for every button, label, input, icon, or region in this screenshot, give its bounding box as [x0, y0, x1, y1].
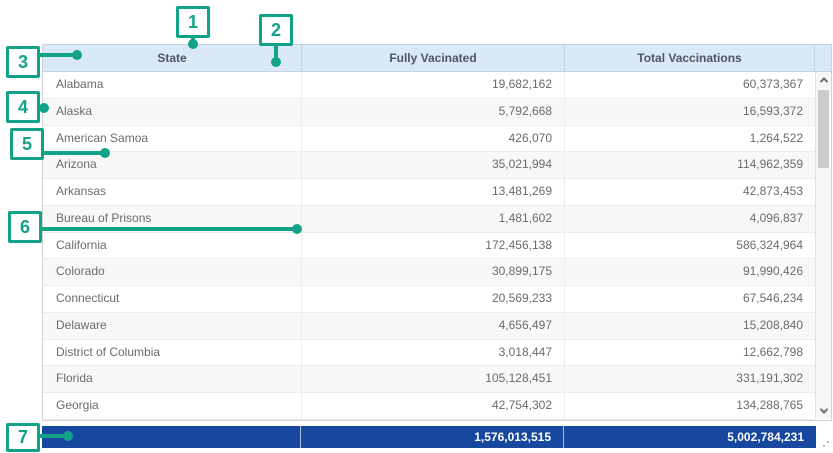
cell-state: Arizona	[43, 152, 301, 178]
table-row-florida[interactable]: Florida 105,128,451 331,191,302	[43, 366, 815, 393]
callout-7-line	[38, 434, 66, 438]
cell-total-vaccinations: 91,990,426	[564, 259, 815, 285]
cell-total-vaccinations: 134,288,765	[564, 393, 815, 419]
table-row-california[interactable]: California 172,456,138 586,324,964	[43, 233, 815, 260]
cell-fully-vaccinated: 1,481,602	[301, 206, 564, 232]
cell-state: California	[43, 233, 301, 259]
cell-fully-vaccinated: 19,682,162	[301, 72, 564, 98]
cell-total-vaccinations: 1,264,522	[564, 126, 815, 152]
summary-cell-fully-vaccinated-total: 1,576,013,515	[300, 426, 563, 448]
callout-2-box: 2	[259, 14, 293, 46]
cell-state: Colorado	[43, 259, 301, 285]
table-rows: Alabama 19,682,162 60,373,367 Alaska 5,7…	[43, 72, 815, 420]
cell-state: Florida	[43, 366, 301, 392]
cell-state: Georgia	[43, 393, 301, 419]
callout-3-line	[38, 53, 76, 57]
cell-total-vaccinations: 67,546,234	[564, 286, 815, 312]
callout-6-line	[38, 227, 295, 231]
callout-1-box: 1	[176, 6, 210, 38]
column-header-total-vaccinations[interactable]: Total Vaccinations	[564, 45, 814, 71]
cell-total-vaccinations: 60,373,367	[564, 72, 815, 98]
callout-6-box: 6	[8, 211, 42, 243]
callout-2-dot	[271, 57, 281, 67]
table-row-alaska[interactable]: Alaska 5,792,668 16,593,372	[43, 99, 815, 126]
table-row-georgia[interactable]: Georgia 42,754,302 134,288,765	[43, 393, 815, 420]
cell-fully-vaccinated: 4,656,497	[301, 313, 564, 339]
table-row-connecticut[interactable]: Connecticut 20,569,233 67,546,234	[43, 286, 815, 313]
scroll-up-button[interactable]	[816, 72, 831, 88]
summary-cell-state	[42, 426, 300, 448]
summary-cell-total-vaccinations-total: 5,002,784,231	[563, 426, 816, 448]
scroll-down-button[interactable]	[816, 403, 831, 419]
cell-total-vaccinations: 42,873,453	[564, 179, 815, 205]
cell-total-vaccinations: 4,096,837	[564, 206, 815, 232]
table-header-row: State Fully Vacinated Total Vaccinations	[42, 44, 832, 72]
cell-fully-vaccinated: 3,018,447	[301, 340, 564, 366]
resize-grip[interactable]	[820, 439, 832, 451]
cell-fully-vaccinated: 172,456,138	[301, 233, 564, 259]
callout-4-dot	[39, 103, 49, 113]
table-row-alabama[interactable]: Alabama 19,682,162 60,373,367	[43, 72, 815, 99]
chevron-up-icon	[819, 77, 827, 85]
cell-state: Alaska	[43, 99, 301, 125]
table-row-arizona[interactable]: Arizona 35,021,994 114,962,359	[43, 152, 815, 179]
table-body: Alabama 19,682,162 60,373,367 Alaska 5,7…	[42, 72, 832, 421]
callout-1-dot	[188, 39, 198, 49]
cell-fully-vaccinated: 42,754,302	[301, 393, 564, 419]
cell-state: Alabama	[43, 72, 301, 98]
callout-5-line	[40, 151, 103, 155]
table-row-delaware[interactable]: Delaware 4,656,497 15,208,840	[43, 313, 815, 340]
cell-state: Delaware	[43, 313, 301, 339]
cell-total-vaccinations: 16,593,372	[564, 99, 815, 125]
cell-state: District of Columbia	[43, 340, 301, 366]
callout-3-dot	[72, 50, 82, 60]
vaccination-table: State Fully Vacinated Total Vaccinations…	[42, 44, 832, 448]
cell-total-vaccinations: 114,962,359	[564, 152, 815, 178]
cell-fully-vaccinated: 20,569,233	[301, 286, 564, 312]
callout-5-dot	[100, 148, 110, 158]
cell-state: Connecticut	[43, 286, 301, 312]
column-header-fully-vaccinated[interactable]: Fully Vacinated	[301, 45, 564, 71]
cell-fully-vaccinated: 30,899,175	[301, 259, 564, 285]
cell-total-vaccinations: 12,662,798	[564, 340, 815, 366]
cell-state: American Samoa	[43, 126, 301, 152]
callout-3-box: 3	[6, 46, 40, 78]
vertical-scrollbar[interactable]	[815, 72, 831, 419]
callout-7-dot	[63, 431, 73, 441]
header-scrollbar-corner	[814, 45, 830, 71]
cell-fully-vaccinated: 35,021,994	[301, 152, 564, 178]
callout-7-box: 7	[6, 423, 40, 452]
column-header-state[interactable]: State	[43, 45, 301, 71]
table-row-american-samoa[interactable]: American Samoa 426,070 1,264,522	[43, 126, 815, 153]
chevron-down-icon	[819, 405, 827, 413]
callout-5-box: 5	[10, 128, 44, 160]
cell-fully-vaccinated: 13,481,269	[301, 179, 564, 205]
table-summary-row: 1,576,013,515 5,002,784,231	[42, 426, 816, 448]
cell-total-vaccinations: 586,324,964	[564, 233, 815, 259]
cell-fully-vaccinated: 105,128,451	[301, 366, 564, 392]
callout-4-box: 4	[6, 91, 40, 123]
table-row-district-of-columbia[interactable]: District of Columbia 3,018,447 12,662,79…	[43, 340, 815, 367]
screenshot-root: State Fully Vacinated Total Vaccinations…	[0, 0, 833, 453]
cell-total-vaccinations: 331,191,302	[564, 366, 815, 392]
cell-total-vaccinations: 15,208,840	[564, 313, 815, 339]
table-row-arkansas[interactable]: Arkansas 13,481,269 42,873,453	[43, 179, 815, 206]
cell-fully-vaccinated: 5,792,668	[301, 99, 564, 125]
scrollbar-thumb[interactable]	[818, 90, 829, 168]
table-row-colorado[interactable]: Colorado 30,899,175 91,990,426	[43, 259, 815, 286]
cell-state: Arkansas	[43, 179, 301, 205]
cell-fully-vaccinated: 426,070	[301, 126, 564, 152]
callout-6-dot	[292, 224, 302, 234]
